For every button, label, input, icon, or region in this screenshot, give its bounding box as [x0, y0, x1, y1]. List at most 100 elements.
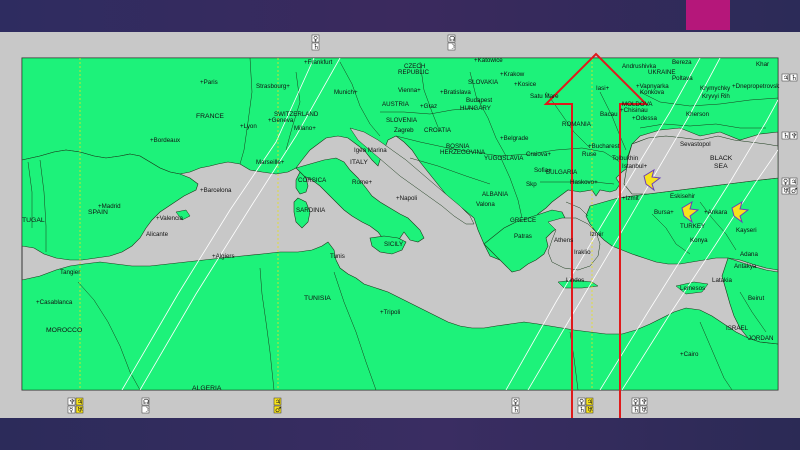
label-portugal: TUGAL — [22, 217, 45, 224]
city-algiers: +Algiers — [212, 253, 235, 260]
planet-marker-right-1[interactable]: ♃ ♄ — [781, 73, 797, 82]
svg-text:☽: ☽ — [449, 43, 455, 51]
svg-text:♃: ♃ — [275, 398, 281, 406]
svg-text:♀: ♀ — [313, 35, 318, 43]
planet-marker-bottom-6[interactable]: ♀ ♆ ♄ ♅ — [631, 397, 647, 414]
city-eskisehir: Eskisehir — [670, 193, 695, 200]
svg-text:♄: ♄ — [513, 406, 519, 414]
city-bucharest: +Bucharest — [588, 143, 620, 150]
city-barcelona: +Barcelona — [200, 187, 232, 194]
svg-text:♃: ♃ — [77, 398, 83, 406]
planet-marker-top-1[interactable]: ♀ ♄ — [311, 34, 319, 51]
label-romania: ROMANIA — [562, 121, 592, 128]
city-skopje: Skp — [526, 181, 537, 188]
city-iraklio: Iraklio — [574, 249, 591, 256]
svg-text:♄: ♄ — [791, 74, 797, 82]
city-frankfurt: +Frankfurt — [304, 59, 333, 66]
svg-text:♆: ♆ — [641, 398, 647, 406]
city-sevastopol: Sevastopol — [680, 141, 711, 148]
bottom-background-band — [0, 418, 800, 450]
city-katowice: +Katowice — [474, 57, 503, 64]
svg-text:♄: ♄ — [633, 406, 639, 414]
planet-marker-right-2[interactable]: ♄ ♆ — [781, 131, 797, 140]
svg-text:♂: ♂ — [275, 406, 281, 414]
city-krakow: +Krakow — [500, 71, 525, 78]
label-sea: SEA — [714, 163, 728, 170]
city-haskovo: Haskovo+ — [570, 179, 598, 186]
label-corsica: CORSICA — [298, 177, 327, 184]
city-milano: Milano+ — [294, 125, 316, 132]
label-croatia: CROATIA — [424, 127, 452, 134]
city-kherson: Kherson — [686, 111, 710, 118]
label-black: BLACK — [710, 155, 733, 162]
city-patras: Patras — [514, 233, 532, 240]
label-israel: ISRAEL — [726, 325, 749, 332]
label-albania: ALBANIA — [482, 191, 509, 198]
label-sicily: SICILY — [384, 241, 403, 248]
label-sardinia: SARDINIA — [296, 207, 326, 214]
planet-marker-bottom-2[interactable]: ☊ ☽ — [141, 397, 149, 414]
svg-text:♆: ♆ — [791, 132, 797, 140]
svg-text:♅: ♅ — [641, 406, 647, 414]
svg-text:♄: ♄ — [579, 406, 585, 414]
label-italy: ITALY — [350, 159, 368, 166]
city-valencia: +Valencia — [156, 215, 183, 222]
city-andrushivka: Andrushivka — [622, 63, 657, 70]
city-bereza: Bereza — [672, 59, 692, 66]
city-alicante: Alicante — [146, 231, 169, 238]
city-zagreb: Zagreb — [394, 127, 414, 134]
planet-marker-bottom-4[interactable]: ♀ ♄ — [511, 397, 519, 414]
city-napoli: +Napoli — [396, 195, 417, 202]
planet-marker-right-3[interactable]: ♀ ♃ — [781, 177, 797, 186]
city-paris: +Paris — [200, 79, 218, 86]
city-lyon: +Lyon — [240, 123, 257, 130]
city-konkova: Konkova — [640, 89, 665, 96]
city-graz: +Graz — [420, 103, 437, 110]
label-austria: AUSTRIA — [382, 101, 410, 108]
city-beirut: Beirut — [748, 295, 764, 302]
city-antakya: Antakya — [734, 263, 757, 270]
city-athens: Athens — [554, 237, 573, 244]
city-adana: Adana — [740, 251, 758, 258]
city-dnepropetrovsk: +Dnepropetrovsk — [732, 83, 780, 90]
city-lemesos: Lemesos — [680, 285, 705, 292]
svg-text:♅: ♅ — [77, 406, 83, 414]
astrocartography-map[interactable]: FRANCE SPAIN TUGAL MOROCCO ALGERIA TUNIS… — [0, 32, 800, 418]
city-tolbukhin: Tolbukhin — [612, 155, 639, 162]
city-konya: Konya — [690, 237, 708, 244]
city-marseille: Marseille+ — [256, 159, 285, 166]
planet-marker-bottom-1[interactable]: ♆ ♃ ☿ ♅ — [67, 397, 83, 414]
city-krymychky: Krymychky — [700, 85, 731, 92]
top-background-band — [0, 0, 800, 34]
city-bacau: Bacau — [600, 111, 618, 118]
svg-text:♃: ♃ — [587, 398, 593, 406]
city-krivyi-rih: Kryvyi Rih — [702, 93, 730, 100]
svg-text:♅: ♅ — [783, 187, 789, 195]
planet-marker-top-2[interactable]: ☊ ☽ — [447, 34, 455, 51]
city-igea-marina: Igea Marina — [354, 147, 387, 154]
planet-marker-bottom-3[interactable]: ♃ ♂ — [273, 397, 281, 414]
label-morocco: MOROCCO — [46, 327, 82, 334]
svg-text:♀: ♀ — [783, 178, 788, 186]
label-turkey: TURKEY — [680, 223, 705, 230]
city-kosice: +Kosice — [514, 81, 537, 88]
city-tunis: Tunis — [330, 253, 345, 260]
city-vienna: Vienna+ — [398, 87, 421, 94]
city-ruse: Ruse — [582, 151, 597, 158]
svg-text:♄: ♄ — [313, 43, 319, 51]
city-munich: Munich+ — [334, 89, 358, 96]
planet-marker-bottom-5[interactable]: ♀ ♃ ♄ ♅ — [577, 397, 593, 414]
city-tangier: Tangier — [60, 269, 80, 276]
svg-text:♀: ♀ — [579, 398, 584, 406]
city-iasi: Iasi+ — [596, 85, 610, 92]
city-sofia: Sofia+ — [534, 167, 552, 174]
svg-text:☿: ☿ — [69, 406, 73, 414]
city-ankara: +Ankara — [704, 209, 728, 216]
planet-marker-right-4[interactable]: ♅ ♂ — [781, 186, 797, 195]
city-kharkiv: Khar — [756, 61, 769, 68]
city-poltava: Poltava — [672, 75, 693, 82]
city-izmir: Izmir — [590, 231, 603, 238]
svg-text:☊: ☊ — [449, 35, 455, 43]
city-eskibehir: Bursa+ — [654, 209, 674, 216]
label-greece: GREECE — [510, 217, 536, 224]
